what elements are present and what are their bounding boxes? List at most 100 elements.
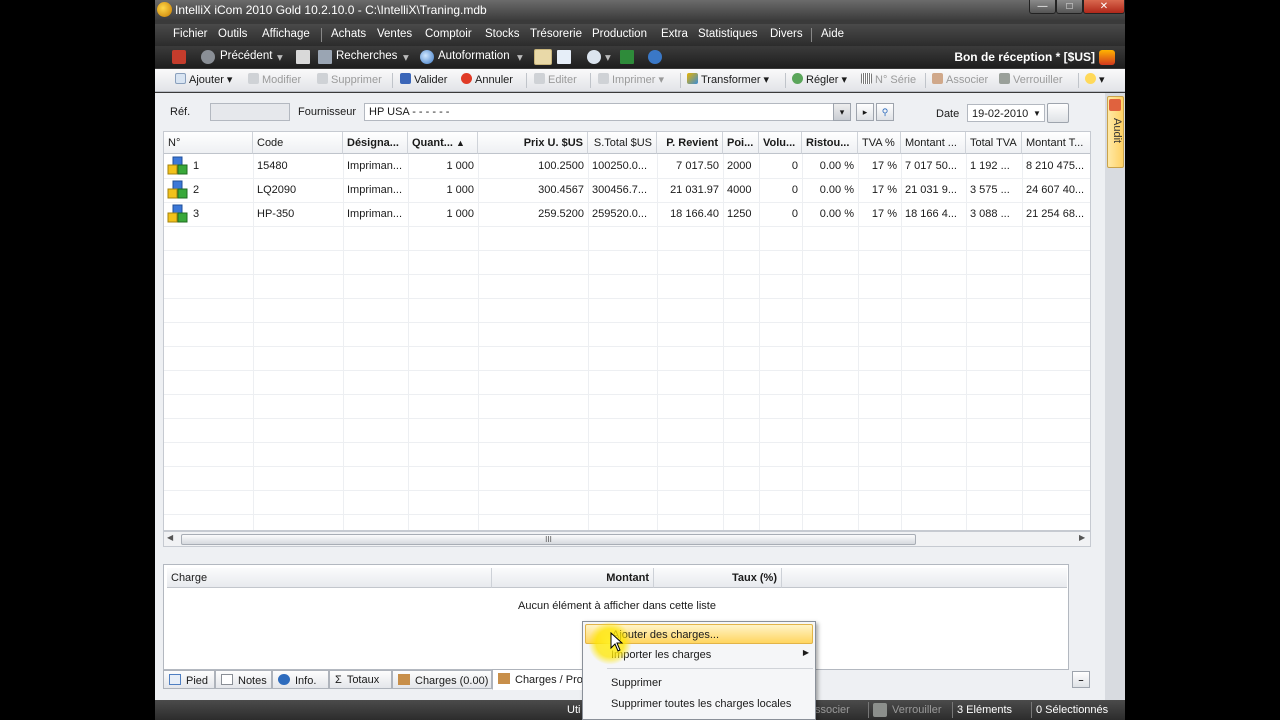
supplier-next-button[interactable]: ▸ — [856, 103, 874, 121]
associate-button[interactable]: Associer — [932, 73, 988, 86]
menu-stocks[interactable]: Stocks — [485, 28, 520, 40]
charges-col-rate[interactable]: Taux (%) — [654, 568, 782, 588]
chevron-down-icon[interactable]: ▾ — [517, 50, 523, 64]
delete-button[interactable]: Supprimer — [317, 73, 382, 86]
supplier-dropdown-button[interactable]: ▾ — [833, 103, 851, 121]
back-icon[interactable] — [201, 50, 215, 64]
maximize-button[interactable]: □ — [1056, 0, 1083, 14]
autoformation-button[interactable]: Autoformation — [438, 50, 510, 62]
chevron-down-icon[interactable]: ▼ — [1033, 109, 1041, 118]
chevron-down-icon[interactable]: ▾ — [605, 50, 611, 64]
col-header-cost[interactable]: P. Revient — [657, 132, 723, 154]
status-associate: ssocier — [815, 704, 850, 716]
col-header-amount[interactable]: Montant ... — [901, 132, 966, 154]
cell-weight: 4000 — [727, 184, 752, 196]
menu-production[interactable]: Production — [592, 28, 647, 40]
menu-extra[interactable]: Extra — [661, 28, 688, 40]
tab-totaux[interactable]: Σ Totaux — [329, 670, 392, 689]
close-button[interactable]: ✕ — [1083, 0, 1125, 14]
scrollbar-thumb[interactable]: III — [181, 534, 916, 545]
validate-button[interactable]: Valider — [400, 73, 447, 86]
cell-vat-rate: 17 % — [871, 208, 897, 220]
supplier-label: Fournisseur — [298, 106, 357, 118]
print-button[interactable]: Imprimer ▾ — [598, 73, 664, 86]
calendar-button[interactable] — [1047, 103, 1069, 123]
menu-tresorerie[interactable]: Trésorerie — [530, 28, 582, 40]
menu-outils[interactable]: Outils — [218, 28, 247, 40]
cell-no: 3 — [193, 208, 200, 220]
modify-button[interactable]: Modifier — [248, 73, 301, 86]
options-button[interactable]: ▾ — [1085, 73, 1105, 86]
grid-line — [164, 394, 1090, 395]
menu-affichage[interactable]: Affichage — [262, 28, 310, 40]
cancel-label: Annuler — [475, 74, 513, 86]
tools-icon[interactable] — [534, 49, 552, 65]
menu-aide[interactable]: Aide — [821, 28, 844, 40]
col-header-unit-price[interactable]: Prix U. $US — [478, 132, 588, 154]
scroll-left-icon[interactable]: ◀ — [167, 533, 173, 542]
tab-pied[interactable]: Pied — [163, 670, 215, 689]
minimize-button[interactable]: — — [1029, 0, 1056, 14]
edit-button[interactable]: Editer — [534, 73, 577, 86]
table-row[interactable]: 1 15480 Impriman... 1 000 100.2500 100250.0..… — [164, 154, 1090, 178]
col-header-amount-total[interactable]: Montant T... — [1022, 132, 1090, 154]
horizontal-scrollbar[interactable]: ◀ III ▶ — [163, 531, 1091, 547]
chevron-down-icon[interactable]: ▾ — [403, 50, 409, 64]
add-button[interactable]: Ajouter ▾ — [175, 73, 232, 86]
previous-button[interactable]: Précédent — [220, 50, 272, 62]
document-icon — [296, 50, 310, 64]
settle-label: Régler — [806, 74, 839, 86]
col-header-no[interactable]: N° — [164, 132, 253, 154]
grid-line — [164, 322, 1090, 323]
col-header-designation[interactable]: Désigna... — [343, 132, 408, 154]
col-header-discount[interactable]: Ristou... — [802, 132, 858, 154]
chevron-down-icon[interactable]: ▾ — [277, 50, 283, 64]
scroll-right-icon[interactable]: ▶ — [1079, 533, 1085, 542]
col-header-quantity[interactable]: Quant... ▲ — [408, 132, 478, 154]
menu-ventes[interactable]: Ventes — [377, 28, 412, 40]
ref-field[interactable] — [210, 103, 290, 121]
transform-button[interactable]: Transformer ▾ — [687, 73, 769, 86]
cell-unit-price: 100.2500 — [538, 160, 584, 172]
search-button[interactable]: Recherches — [336, 50, 397, 62]
table-row[interactable]: 3 HP-350 Impriman... 1 000 259.5200 259520.0.… — [164, 202, 1090, 226]
menu-comptoir[interactable]: Comptoir — [425, 28, 472, 40]
menu-divers[interactable]: Divers — [770, 28, 803, 40]
tab-charges[interactable]: Charges (0.00) — [392, 670, 492, 689]
settle-button[interactable]: Régler ▾ — [792, 73, 847, 86]
table-row[interactable]: 2 LQ2090 Impriman... 1 000 300.4567 300456.7.… — [164, 178, 1090, 202]
cell-unit-price: 300.4567 — [538, 184, 584, 196]
serial-button[interactable]: N° Série — [861, 73, 916, 86]
menu-fichier[interactable]: Fichier — [173, 28, 208, 40]
tab-info[interactable]: Info. — [272, 670, 329, 689]
toolbar-separator — [526, 73, 527, 88]
chat-icon[interactable] — [587, 50, 601, 64]
supplier-field[interactable]: HP USA - - - - - - — [364, 103, 850, 121]
menu-statistiques[interactable]: Statistiques — [698, 28, 757, 40]
col-header-total-vat[interactable]: Total TVA — [966, 132, 1022, 154]
menu-delete-all-local-charges[interactable]: Supprimer toutes les charges locales — [585, 694, 813, 714]
window-icon[interactable] — [557, 50, 571, 64]
cancel-button[interactable]: Annuler — [461, 73, 513, 86]
col-header-subtotal[interactable]: S.Total $US — [588, 132, 657, 154]
col-header-vat-rate[interactable]: TVA % — [858, 132, 901, 154]
charges-col-amount[interactable]: Montant — [492, 568, 654, 588]
lock-button[interactable]: Verrouiller — [999, 73, 1063, 86]
collapse-panel-button[interactable]: – — [1072, 671, 1090, 688]
supplier-search-button[interactable]: ⚲ — [876, 103, 894, 121]
audit-label: Audit — [1111, 118, 1123, 144]
col-header-weight[interactable]: Poi... — [723, 132, 759, 154]
help-icon[interactable] — [648, 50, 662, 64]
menu-delete[interactable]: Supprimer — [585, 673, 813, 693]
menu-achats[interactable]: Achats — [331, 28, 366, 40]
col-header-code[interactable]: Code — [253, 132, 343, 154]
excel-icon[interactable] — [620, 50, 634, 64]
charges-col-charge[interactable]: Charge — [167, 568, 492, 588]
home-icon[interactable] — [172, 50, 186, 64]
cell-designation: Impriman... — [347, 208, 403, 220]
transform-icon — [687, 73, 698, 84]
tab-charges-products[interactable]: Charges / Pro — [492, 669, 584, 690]
tab-notes[interactable]: Notes — [215, 670, 272, 689]
truck-icon — [498, 673, 510, 684]
col-header-volume[interactable]: Volu... — [759, 132, 802, 154]
